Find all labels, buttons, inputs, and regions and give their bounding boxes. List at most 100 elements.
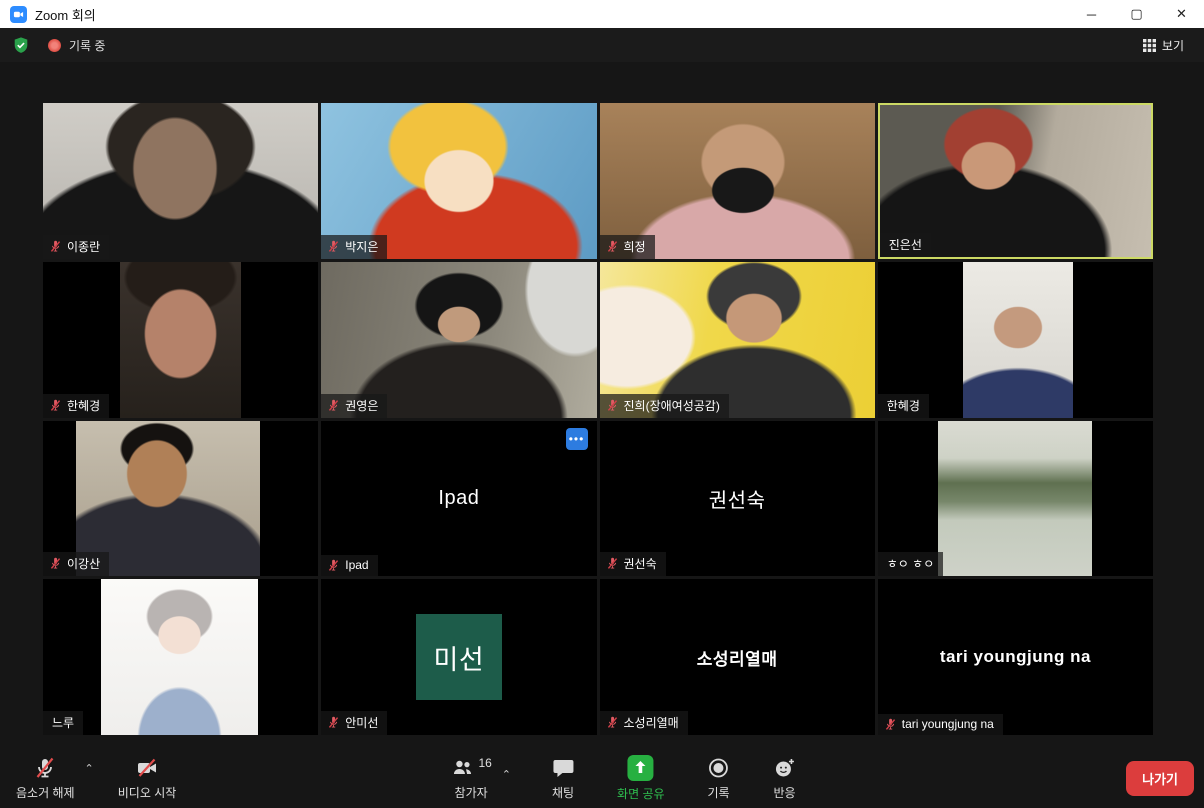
participant-nameplate: 권선숙 — [600, 552, 666, 576]
unmute-button[interactable]: 음소거 해제 — [10, 754, 81, 803]
participant-name: 진은선 — [889, 236, 922, 253]
muted-mic-icon — [327, 559, 340, 572]
record-icon — [707, 756, 731, 780]
video-tile-한혜경-2[interactable]: 한혜경 — [878, 262, 1153, 418]
video-tile-이종란[interactable]: 이종란 — [43, 103, 318, 259]
video-grid: 이종란 박지은 희정 진은선 한혜경 권영은 — [43, 103, 1153, 735]
participant-nameplate: tari youngjung na — [878, 714, 1003, 735]
video-tile-ㅎㅇㅎㅇ[interactable]: ㅎㅇ ㅎㅇ — [878, 421, 1153, 577]
participant-nameplate: 권영은 — [321, 394, 387, 418]
window-title: Zoom 회의 — [35, 5, 96, 24]
recording-status-label: 기록 중 — [69, 37, 105, 54]
record-button[interactable]: 기록 — [701, 754, 737, 803]
participant-name: 느루 — [52, 714, 74, 731]
participant-nameplate: 느루 — [43, 711, 83, 735]
title-bar: Zoom 회의 ─ ▢ ✕ — [0, 0, 1204, 28]
more-options-button[interactable]: ••• — [566, 428, 588, 450]
participant-nameplate: 박지은 — [321, 235, 387, 259]
muted-mic-icon — [49, 399, 62, 412]
participants-label: 참가자 — [455, 784, 488, 801]
record-label: 기록 — [707, 784, 729, 801]
minimize-button[interactable]: ─ — [1069, 0, 1114, 28]
participant-nameplate: 희정 — [600, 235, 655, 259]
chat-icon — [551, 756, 575, 780]
share-screen-button[interactable]: 화면 공유 — [611, 753, 671, 804]
participant-nameplate: 진은선 — [880, 233, 931, 257]
muted-mic-icon — [49, 557, 62, 570]
participant-nameplate: 이강산 — [43, 552, 109, 576]
share-screen-label: 화면 공유 — [617, 785, 665, 802]
participant-name: 이강산 — [67, 555, 100, 572]
view-label: 보기 — [1162, 37, 1184, 54]
video-tile-안미선[interactable]: 미선 안미선 — [321, 579, 596, 735]
participant-name: ㅎㅇ ㅎㅇ — [887, 555, 935, 572]
start-video-button[interactable]: 비디오 시작 — [112, 754, 183, 803]
participant-name: Ipad — [345, 558, 368, 572]
window-controls: ─ ▢ ✕ — [1069, 0, 1204, 28]
muted-mic-icon — [606, 240, 619, 253]
video-tile-한혜경-1[interactable]: 한혜경 — [43, 262, 318, 418]
video-tile-tari[interactable]: tari youngjung na tari youngjung na — [878, 579, 1153, 735]
chat-button[interactable]: 채팅 — [545, 754, 581, 803]
share-screen-icon — [628, 755, 654, 781]
avatar-initials: 미선 — [416, 614, 502, 700]
participants-button[interactable]: 16 참가자 — [444, 754, 497, 803]
muted-mic-icon — [327, 399, 340, 412]
recording-indicator-icon[interactable] — [48, 39, 61, 52]
video-tile-이강산[interactable]: 이강산 — [43, 421, 318, 577]
muted-mic-icon — [606, 557, 619, 570]
reactions-button[interactable]: 반응 — [767, 754, 803, 803]
reactions-icon — [773, 756, 797, 780]
participant-name: 박지은 — [345, 238, 378, 255]
participant-name: 소성리열매 — [624, 714, 679, 731]
toolbar-center-group: 16 참가자 ⌃ 채팅 화면 공유 기록 — [444, 753, 802, 804]
close-button[interactable]: ✕ — [1159, 0, 1204, 28]
video-tile-진은선-active-speaker[interactable]: 진은선 — [878, 103, 1153, 259]
participant-video — [963, 262, 1073, 418]
unmute-label: 음소거 해제 — [16, 784, 75, 801]
participant-video — [101, 579, 258, 735]
video-tile-권선숙[interactable]: 권선숙 권선숙 — [600, 421, 875, 577]
participant-nameplate: ㅎㅇ ㅎㅇ — [878, 552, 944, 576]
chat-label: 채팅 — [552, 784, 574, 801]
bottom-toolbar: 음소거 해제 ⌃ 비디오 시작 16 참가자 — [0, 748, 1204, 808]
participant-nameplate: 한혜경 — [878, 394, 929, 418]
participant-name: 한혜경 — [67, 397, 100, 414]
participant-name: 한혜경 — [887, 397, 920, 414]
participant-name: 권영은 — [345, 397, 378, 414]
participant-display-name: Ipad — [321, 421, 596, 577]
video-tile-희정[interactable]: 희정 — [600, 103, 875, 259]
participants-options-chevron[interactable]: ⌃ — [498, 768, 515, 781]
video-tile-느루[interactable]: 느루 — [43, 579, 318, 735]
video-tile-박지은[interactable]: 박지은 — [321, 103, 596, 259]
maximize-button[interactable]: ▢ — [1114, 0, 1159, 28]
muted-mic-icon — [327, 240, 340, 253]
view-button[interactable]: 보기 — [1135, 33, 1192, 58]
participant-nameplate: 소성리열매 — [600, 711, 688, 735]
video-tile-진희[interactable]: 진희(장애여성공감) — [600, 262, 875, 418]
participant-video — [938, 421, 1092, 577]
zoom-app-icon — [10, 6, 27, 23]
security-shield-icon[interactable] — [12, 36, 30, 54]
camera-off-icon — [135, 756, 159, 780]
muted-mic-icon — [327, 716, 340, 729]
video-tile-ipad[interactable]: ••• Ipad Ipad — [321, 421, 596, 577]
participants-icon — [450, 756, 474, 780]
participant-nameplate: 진희(장애여성공감) — [600, 394, 729, 418]
participants-count: 16 — [478, 756, 491, 770]
audio-options-chevron[interactable]: ⌃ — [81, 762, 98, 775]
video-tile-소성리열매[interactable]: 소성리열매 소성리열매 — [600, 579, 875, 735]
grid-view-icon — [1143, 39, 1156, 52]
participant-name: 희정 — [624, 238, 646, 255]
video-tile-권영은[interactable]: 권영은 — [321, 262, 596, 418]
participant-display-name: tari youngjung na — [878, 579, 1153, 735]
participant-nameplate: Ipad — [321, 555, 377, 576]
participant-name: 이종란 — [67, 238, 100, 255]
start-video-label: 비디오 시작 — [118, 784, 177, 801]
muted-mic-icon — [606, 399, 619, 412]
muted-mic-icon — [49, 240, 62, 253]
mic-muted-icon — [33, 756, 57, 780]
participant-name: tari youngjung na — [902, 717, 994, 731]
participant-video — [120, 262, 241, 418]
leave-meeting-button[interactable]: 나가기 — [1126, 761, 1194, 796]
